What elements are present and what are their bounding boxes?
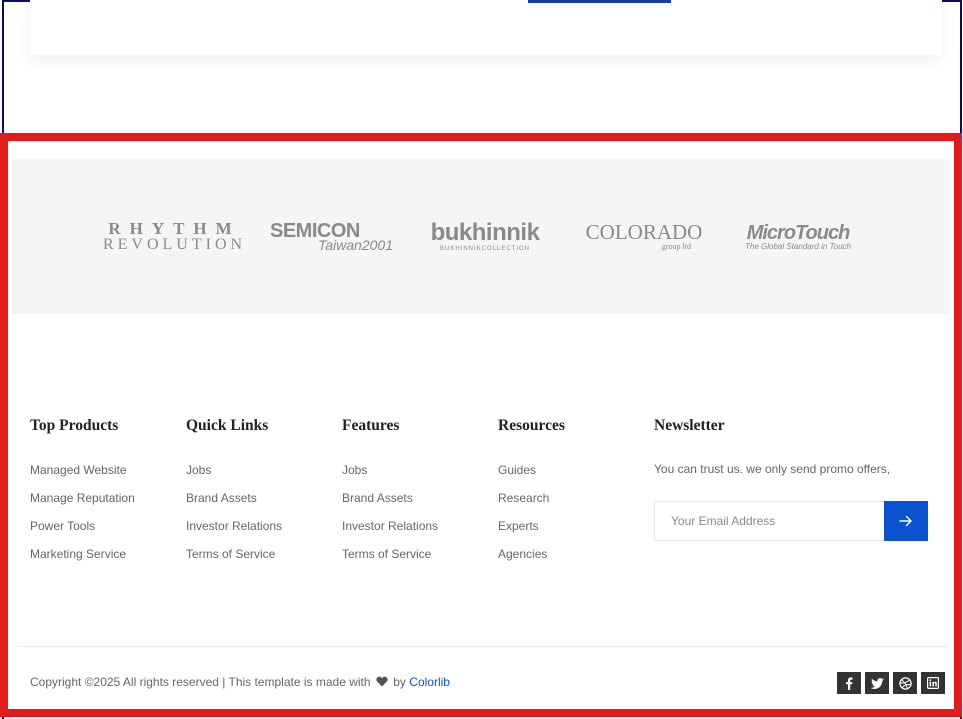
heart-icon [376,676,388,687]
logo-text: RHYTHM [108,219,241,238]
column-heading: Quick Links [186,417,269,434]
footer-link[interactable]: Brand Assets [186,490,282,518]
linkedin-button[interactable] [921,672,945,694]
newsletter-description: You can trust us. we only send promo off… [654,462,891,476]
footer-link[interactable]: Jobs [342,462,438,490]
copyright-text: Copyright ©2025 All rights reserved | Th… [30,675,450,689]
footer-column-quick-links: Quick Links Jobs Brand Assets Investor R… [186,417,282,574]
footer-link[interactable]: Terms of Service [186,546,282,574]
linkedin-icon [927,677,939,689]
footer-link[interactable]: Agencies [498,546,565,574]
column-heading: Resources [498,417,565,434]
footer-link[interactable]: Experts [498,518,565,546]
footer-divider [18,646,949,647]
footer-link[interactable]: Manage Reputation [30,490,135,518]
brand-logos-strip: RHYTHM REVOLUTION SEMICON Taiwan2001 buk… [12,159,949,314]
logo-text: MicroTouch [746,221,851,244]
newsletter-form [654,501,928,541]
rhythm-revolution-logo: RHYTHM REVOLUTION [103,159,242,314]
previous-section-card [30,0,942,55]
twitter-button[interactable] [865,672,889,694]
copyright-prefix: Copyright ©2025 All rights reserved | Th… [30,675,371,689]
facebook-icon [846,677,853,690]
colorlib-link[interactable]: Colorlib [409,675,450,689]
column-heading: Features [342,417,400,434]
highlight-gap [8,141,954,145]
logo-subtext: REVOLUTION [102,236,247,253]
footer-column-top-products: Top Products Managed Website Manage Repu… [30,417,135,574]
facebook-button[interactable] [837,672,861,694]
twitter-icon [870,677,884,689]
footer-link[interactable]: Brand Assets [342,490,438,518]
footer-link[interactable]: Investor Relations [186,518,282,546]
email-field[interactable] [654,501,884,541]
footer-column-resources: Resources Guides Research Experts Agenci… [498,417,565,574]
bukhinnik-logo: bukhinnik BUKHINNIKCOLLECTION [431,159,540,314]
footer-link[interactable]: Investor Relations [342,518,438,546]
microtouch-logo: MicroTouch The Global Standard in Touch [745,159,851,314]
logo-subtext: The Global Standard in Touch [745,241,851,251]
logo-text: COLORADO [585,220,703,244]
subscribe-button[interactable] [884,501,928,541]
dribbble-icon [898,676,912,690]
footer-column-features: Features Jobs Brand Assets Investor Rela… [342,417,438,574]
logo-subtext: Taiwan2001 [318,237,393,253]
column-heading: Newsletter [654,417,725,434]
footer-link[interactable]: Terms of Service [342,546,438,574]
footer-column-newsletter: Newsletter You can trust us. we only sen… [654,417,928,547]
footer-link[interactable]: Managed Website [30,462,135,490]
logo-subtext: BUKHINNIKCOLLECTION [439,246,530,252]
column-heading: Top Products [30,417,119,434]
copyright-by: by [393,675,406,689]
dribbble-button[interactable] [893,672,917,694]
logo-subtext: group ltd [661,242,691,251]
colorado-logo: COLORADO group ltd [586,159,703,314]
arrow-right-icon [899,515,912,527]
logo-text: bukhinnik [430,219,540,246]
semicon-logo: SEMICON Taiwan2001 [270,159,393,314]
card-accent-bar [528,0,671,3]
footer-link[interactable]: Power Tools [30,518,135,546]
footer-link[interactable]: Marketing Service [30,546,135,574]
footer-link[interactable]: Guides [498,462,565,490]
footer-link[interactable]: Jobs [186,462,282,490]
social-links [837,672,945,694]
footer-link[interactable]: Research [498,490,565,518]
